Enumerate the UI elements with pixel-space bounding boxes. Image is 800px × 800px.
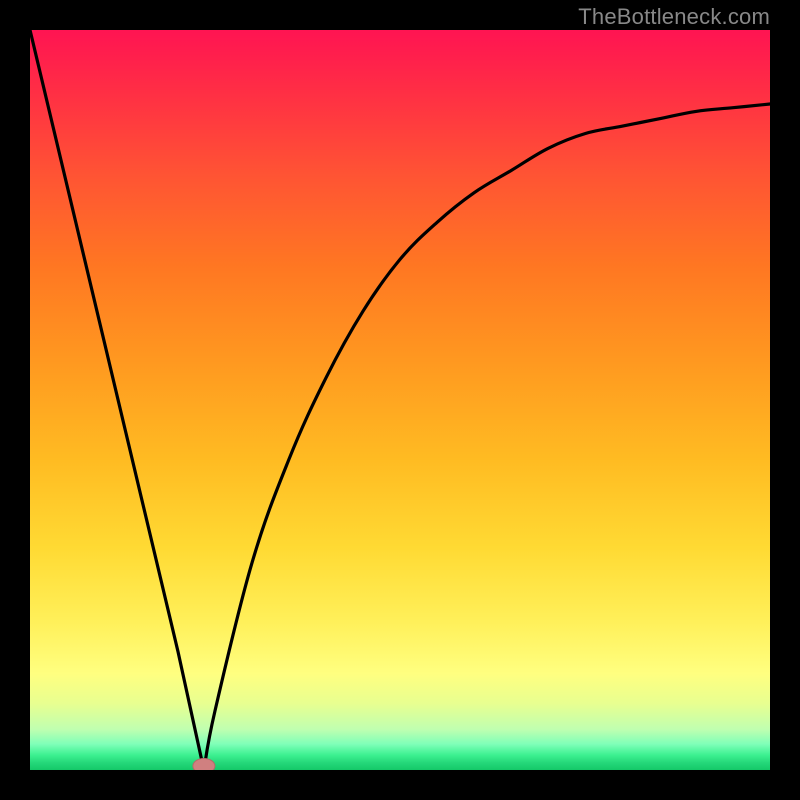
chart-frame: TheBottleneck.com xyxy=(0,0,800,800)
plot-area xyxy=(30,30,770,770)
watermark-text: TheBottleneck.com xyxy=(578,4,770,30)
bottleneck-curve xyxy=(30,30,770,770)
curve-layer xyxy=(30,30,770,770)
optimal-point-marker xyxy=(193,759,215,771)
